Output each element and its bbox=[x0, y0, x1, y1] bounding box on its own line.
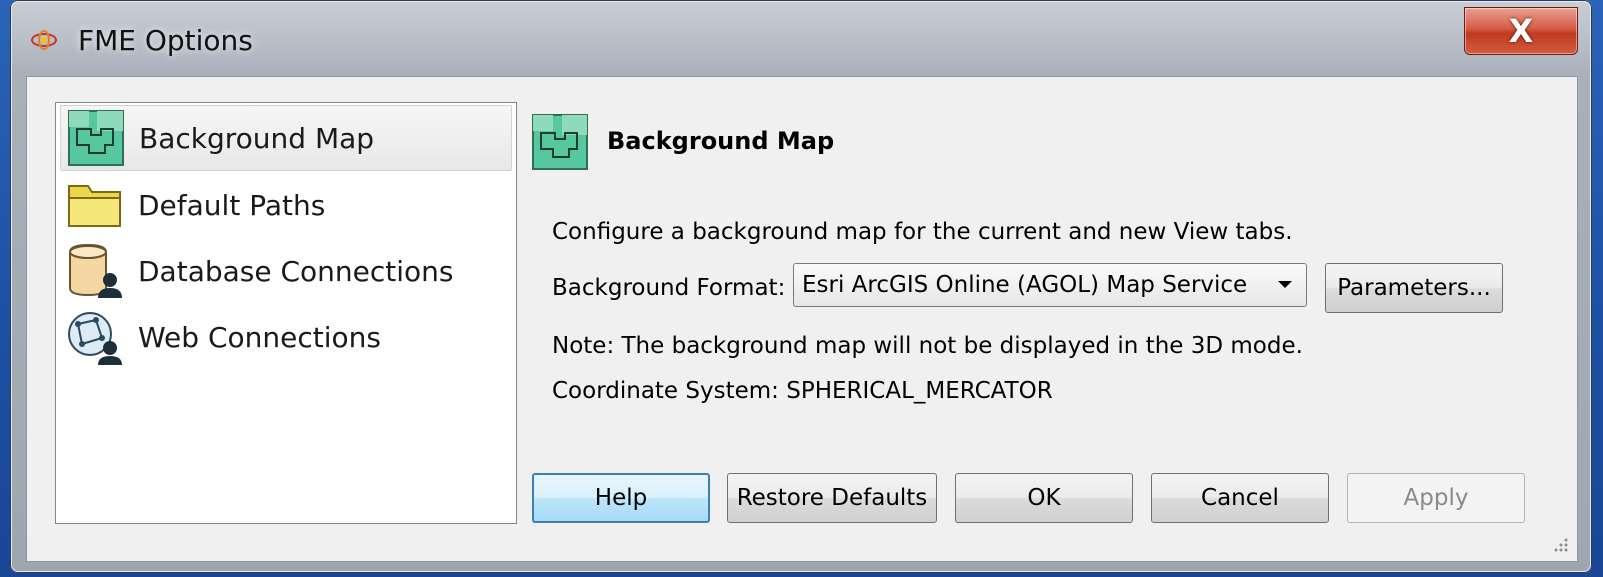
background-map-icon bbox=[532, 114, 588, 170]
help-button[interactable]: Help bbox=[532, 473, 710, 523]
fme-logo-icon bbox=[31, 30, 57, 50]
background-map-icon bbox=[68, 110, 124, 166]
globe-user-icon bbox=[68, 312, 122, 365]
window-title: FME Options bbox=[78, 24, 253, 57]
nav-item-label: Background Map bbox=[139, 121, 375, 155]
close-button[interactable]: X bbox=[1464, 7, 1578, 55]
nav-item-label: Web Connections bbox=[138, 320, 381, 354]
nav-item-database-connections[interactable]: Database Connections bbox=[60, 239, 510, 303]
dialog-body: Background Map Default Paths Database Co… bbox=[26, 76, 1578, 562]
nav-item-label: Default Paths bbox=[138, 188, 326, 222]
options-category-list[interactable]: Background Map Default Paths Database Co… bbox=[55, 102, 517, 524]
background-format-label: Background Format: bbox=[552, 275, 786, 301]
chevron-down-icon bbox=[1278, 281, 1292, 288]
nav-item-label: Database Connections bbox=[138, 254, 454, 288]
nav-item-web-connections[interactable]: Web Connections bbox=[60, 305, 510, 369]
resize-grip-icon[interactable] bbox=[1551, 535, 1569, 553]
panel-title: Background Map bbox=[607, 127, 835, 155]
folder-icon bbox=[68, 185, 121, 227]
parameters-button[interactable]: Parameters... bbox=[1325, 263, 1503, 313]
apply-button: Apply bbox=[1347, 473, 1525, 523]
fme-options-dialog: FME Options X Background Map Default Pat… bbox=[10, 0, 1592, 573]
restore-defaults-button[interactable]: Restore Defaults bbox=[727, 473, 937, 523]
database-user-icon bbox=[69, 243, 122, 298]
note-text: Note: The background map will not be dis… bbox=[552, 333, 1303, 359]
close-icon: X bbox=[1508, 12, 1534, 50]
nav-item-default-paths[interactable]: Default Paths bbox=[60, 173, 510, 237]
background-format-select[interactable]: Esri ArcGIS Online (AGOL) Map Service bbox=[793, 263, 1307, 307]
title-bar[interactable]: FME Options X bbox=[10, 0, 1592, 76]
nav-item-background-map[interactable]: Background Map bbox=[60, 105, 512, 171]
coordinate-system-text: Coordinate System: SPHERICAL_MERCATOR bbox=[552, 378, 1053, 404]
ok-button[interactable]: OK bbox=[955, 473, 1133, 523]
background-format-value: Esri ArcGIS Online (AGOL) Map Service bbox=[802, 272, 1248, 298]
panel-description: Configure a background map for the curre… bbox=[552, 219, 1293, 245]
cancel-button[interactable]: Cancel bbox=[1151, 473, 1329, 523]
